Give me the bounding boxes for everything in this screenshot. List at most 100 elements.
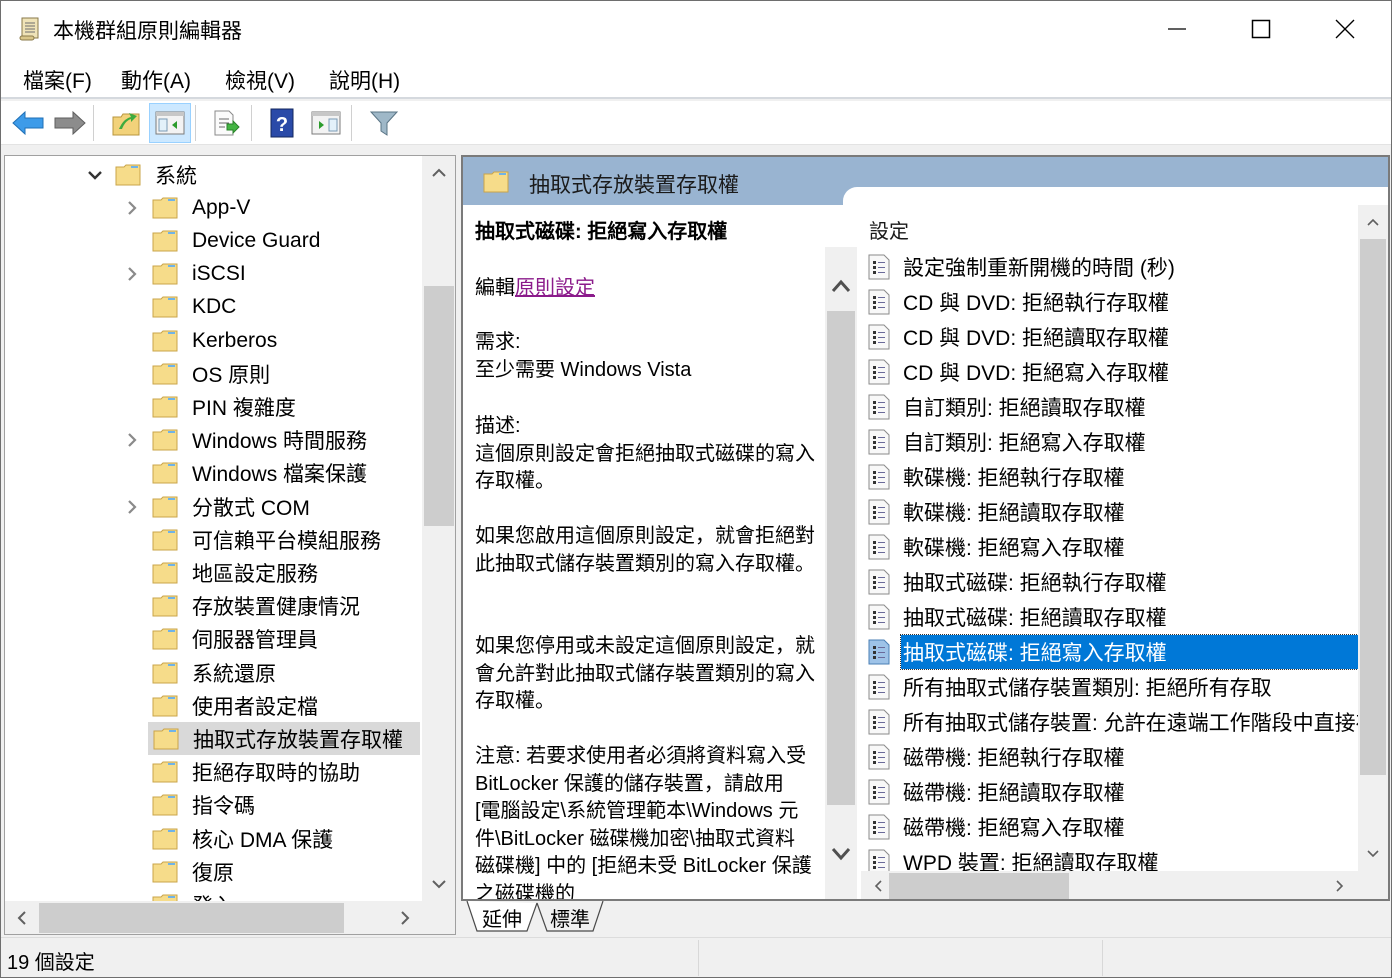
menu-action[interactable]: 動作(A) <box>117 63 195 97</box>
tree-vertical-scrollbar[interactable] <box>422 156 455 901</box>
filter-icon <box>369 111 399 136</box>
setting-row[interactable]: 磁帶機: 拒絕執行存取權 <box>861 739 1358 774</box>
tree-item[interactable]: Windows 檔案保護 <box>122 457 367 490</box>
scroll-up-icon[interactable] <box>422 156 455 190</box>
setting-row[interactable]: 所有抽取式儲存裝置類別: 拒絕所有存取 <box>861 669 1358 704</box>
setting-row[interactable]: 軟碟機: 拒絕執行存取權 <box>861 459 1358 494</box>
chevron-right-icon[interactable] <box>122 264 142 284</box>
edit-policy-link[interactable]: 原則設定 <box>515 277 595 299</box>
scrollbar-corner <box>422 901 455 934</box>
folder-icon <box>152 562 178 584</box>
maximize-button[interactable] <box>1219 1 1303 57</box>
scroll-up-icon[interactable] <box>824 269 858 303</box>
setting-row[interactable]: 磁帶機: 拒絕寫入存取權 <box>861 809 1358 844</box>
tree-item[interactable]: App-V <box>122 191 250 224</box>
tree-item-label: 抽取式存放裝置存取權 <box>193 728 403 752</box>
setting-row[interactable]: CD 與 DVD: 拒絕讀取存取權 <box>861 319 1358 354</box>
tree-horizontal-scrollbar[interactable] <box>5 901 422 934</box>
setting-row[interactable]: 設定強制重新開機的時間 (秒) <box>861 249 1358 284</box>
tree-item-system[interactable]: 系統 <box>85 158 197 191</box>
scrollbar-thumb[interactable] <box>1360 239 1386 775</box>
tree-item[interactable]: Device Guard <box>122 224 320 257</box>
description-area: 抽取式磁碟: 拒絕寫入存取權 編輯原則設定 需求: 至少需要 Windows V… <box>463 205 833 899</box>
tree-item[interactable]: 伺服器管理員 <box>122 623 318 656</box>
setting-row[interactable]: CD 與 DVD: 拒絕執行存取權 <box>861 284 1358 319</box>
filter-button[interactable] <box>363 103 405 143</box>
menu-file[interactable]: 檔案(F) <box>19 63 96 97</box>
status-bar: 19 個設定 <box>1 937 1391 977</box>
tree-item[interactable]: 可信賴平台模組服務 <box>122 523 381 556</box>
window-title: 本機群組原則編輯器 <box>53 20 242 43</box>
tree-item[interactable]: KDC <box>122 291 236 324</box>
tree-item[interactable]: 分散式 COM <box>122 490 310 523</box>
scroll-left-icon[interactable] <box>5 901 39 934</box>
tree-item[interactable]: 使用者設定檔 <box>122 689 318 722</box>
chevron-down-icon[interactable] <box>85 165 105 185</box>
menu-help[interactable]: 說明(H) <box>325 63 404 97</box>
help-icon: ? <box>270 108 294 138</box>
up-one-level-button[interactable] <box>105 103 147 143</box>
tree-item[interactable]: 核心 DMA 保護 <box>122 822 333 855</box>
minimize-button[interactable] <box>1135 1 1219 57</box>
setting-row[interactable]: 軟碟機: 拒絕寫入存取權 <box>861 529 1358 564</box>
setting-label: 所有抽取式儲存裝置類別: 拒絕所有存取 <box>903 676 1272 700</box>
settings-vertical-scrollbar[interactable] <box>1358 205 1388 871</box>
setting-row[interactable]: 抽取式磁碟: 拒絕執行存取權 <box>861 564 1358 599</box>
setting-row[interactable]: 所有抽取式儲存裝置: 允許在遠端工作階段中直接存取 <box>861 704 1358 739</box>
menu-view[interactable]: 檢視(V) <box>221 63 299 97</box>
show-hide-action-pane-button[interactable] <box>305 103 347 143</box>
settings-horizontal-scrollbar[interactable] <box>861 869 1358 899</box>
forward-button[interactable] <box>49 103 91 143</box>
tree-item[interactable]: Windows 時間服務 <box>122 424 367 457</box>
tree-item[interactable]: 系統還原 <box>122 656 276 689</box>
scroll-down-icon[interactable] <box>824 837 858 871</box>
tab-standard[interactable]: 標準 <box>545 901 595 933</box>
show-hide-tree-button[interactable] <box>149 103 191 143</box>
setting-row[interactable]: 磁帶機: 拒絕讀取存取權 <box>861 774 1358 809</box>
setting-row[interactable]: WPD 裝置: 拒絕讀取存取權 <box>861 844 1358 871</box>
help-button[interactable]: ? <box>261 103 303 143</box>
tree-item[interactable]: 地區設定服務 <box>122 556 318 589</box>
tree-item-label: 使用者設定檔 <box>192 695 318 719</box>
scroll-down-icon[interactable] <box>422 867 455 901</box>
scroll-right-icon[interactable] <box>1323 869 1357 899</box>
setting-row[interactable]: 自訂類別: 拒絕讀取存取權 <box>861 389 1358 424</box>
setting-row[interactable]: 自訂類別: 拒絕寫入存取權 <box>861 424 1358 459</box>
tree-item[interactable]: 抽取式存放裝置存取權 <box>148 722 420 756</box>
back-button[interactable] <box>7 103 49 143</box>
chevron-right-icon[interactable] <box>122 198 142 218</box>
tree-item[interactable]: PIN 複雜度 <box>122 390 296 423</box>
tree-item[interactable]: 復原 <box>122 855 234 888</box>
scrollbar-thumb[interactable] <box>39 903 344 933</box>
description-scrollbar[interactable] <box>825 247 857 899</box>
tree-item[interactable]: iSCSI <box>122 258 246 291</box>
scrollbar-thumb[interactable] <box>889 873 1069 899</box>
setting-row[interactable]: 軟碟機: 拒絕讀取存取權 <box>861 494 1358 529</box>
tree-item[interactable]: OS 原則 <box>122 357 270 390</box>
tab-extended[interactable]: 延伸 <box>477 901 527 933</box>
scroll-down-icon[interactable] <box>1356 837 1388 871</box>
export-list-button[interactable] <box>205 103 247 143</box>
close-button[interactable] <box>1303 1 1387 57</box>
tree-item[interactable]: 拒絕存取時的協助 <box>122 756 360 789</box>
policy-setting-icon <box>868 464 890 489</box>
tree-item[interactable]: 指令碼 <box>122 789 255 822</box>
tree-item-label: 拒絕存取時的協助 <box>192 762 360 786</box>
tree-item[interactable]: 存放裝置健康情況 <box>122 590 360 623</box>
setting-row[interactable]: 抽取式磁碟: 拒絕讀取存取權 <box>861 599 1358 634</box>
chevron-right-icon[interactable] <box>122 430 142 450</box>
close-icon <box>1335 19 1355 39</box>
tree-item-label: iSCSI <box>192 262 246 286</box>
setting-row[interactable]: CD 與 DVD: 拒絕寫入存取權 <box>861 354 1358 389</box>
scroll-right-icon[interactable] <box>388 901 422 934</box>
edit-policy-line: 編輯原則設定 <box>475 275 815 303</box>
settings-column-header[interactable]: 設定 <box>869 215 909 244</box>
scrollbar-thumb[interactable] <box>827 311 855 805</box>
tree-item[interactable]: Kerberos <box>122 324 277 357</box>
chevron-right-icon[interactable] <box>122 497 142 517</box>
scroll-up-icon[interactable] <box>1356 205 1388 239</box>
setting-row[interactable]: 抽取式磁碟: 拒絕寫入存取權 <box>861 633 1358 670</box>
details-pane: 抽取式存放裝置存取權 抽取式磁碟: 拒絕寫入存取權 編輯原則設定 需求: 至少需… <box>461 155 1390 901</box>
export-list-icon <box>214 110 240 136</box>
scrollbar-thumb[interactable] <box>424 286 454 526</box>
